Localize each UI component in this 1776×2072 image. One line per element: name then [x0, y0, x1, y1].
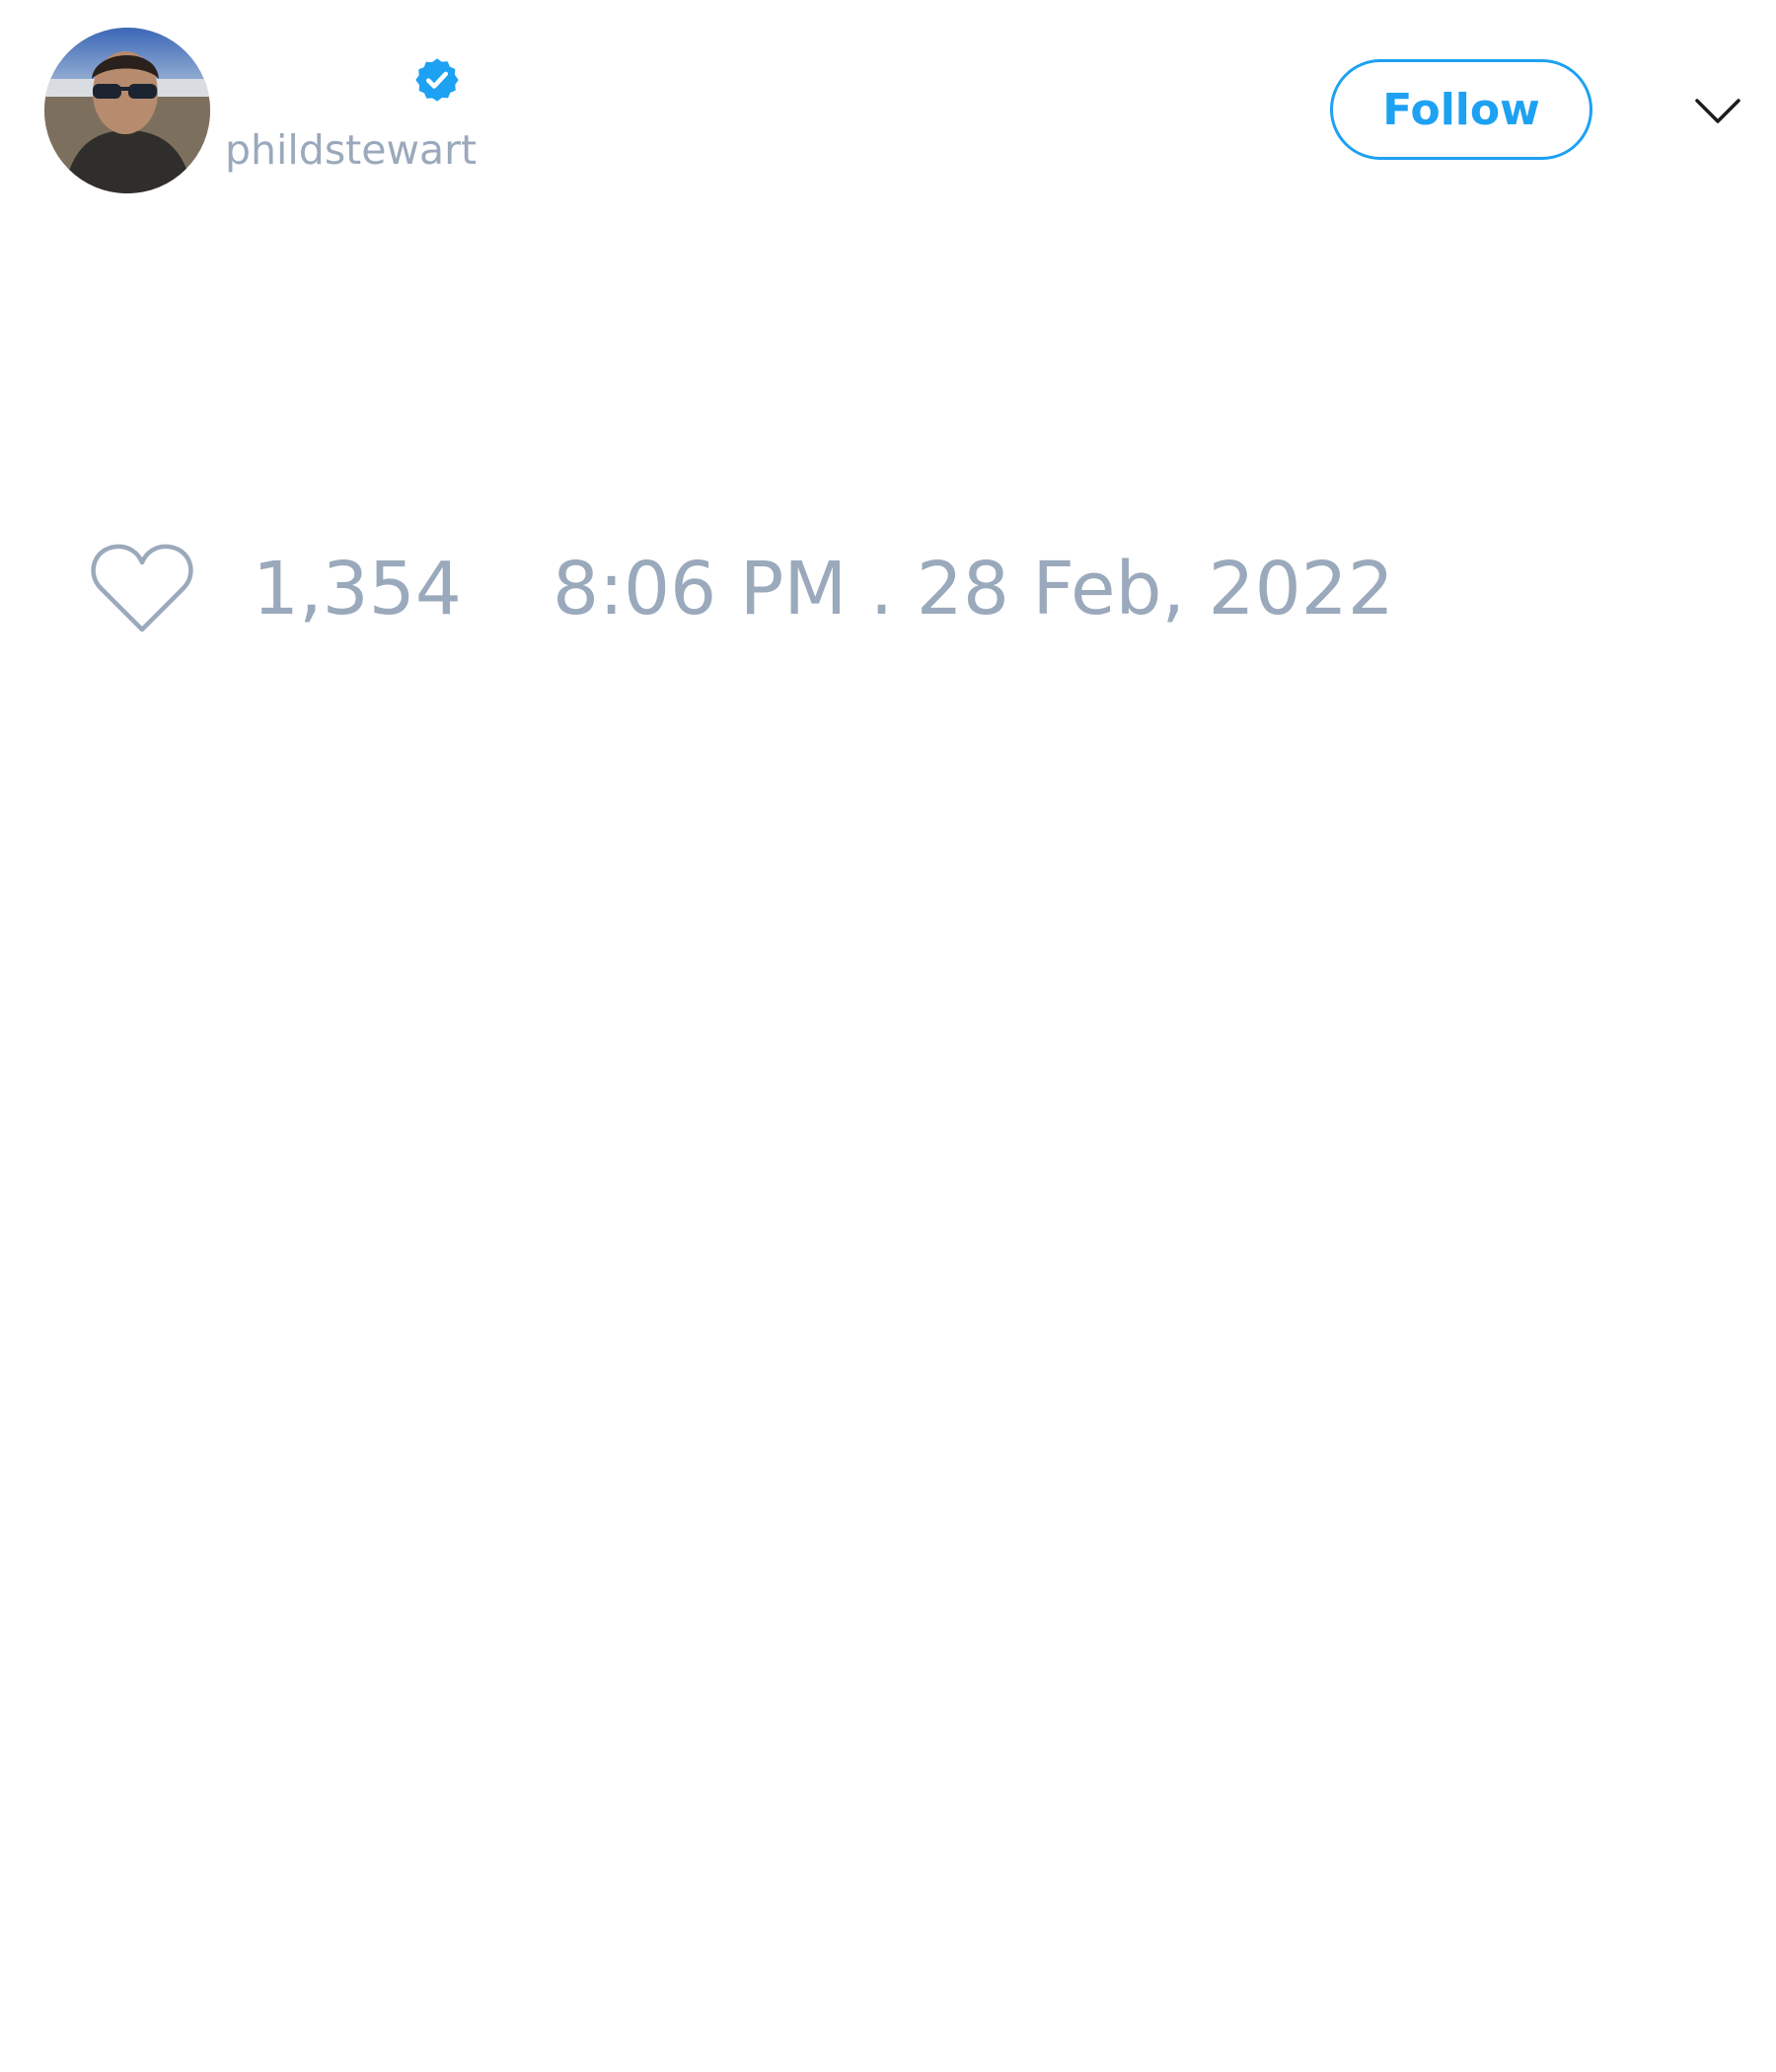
like-count: 1,354 — [253, 547, 462, 631]
follow-button[interactable]: Follow — [1330, 59, 1592, 160]
chevron-down-icon[interactable] — [1693, 91, 1742, 130]
heart-icon[interactable] — [89, 541, 195, 635]
author-avatar[interactable] — [44, 28, 210, 193]
tweet-timestamp[interactable]: 8:06 PM . 28 Feb, 2022 — [553, 548, 1394, 630]
verified-badge-icon — [415, 58, 459, 102]
avatar-photo — [44, 28, 210, 193]
author-handle[interactable]: phildstewart — [225, 125, 477, 175]
